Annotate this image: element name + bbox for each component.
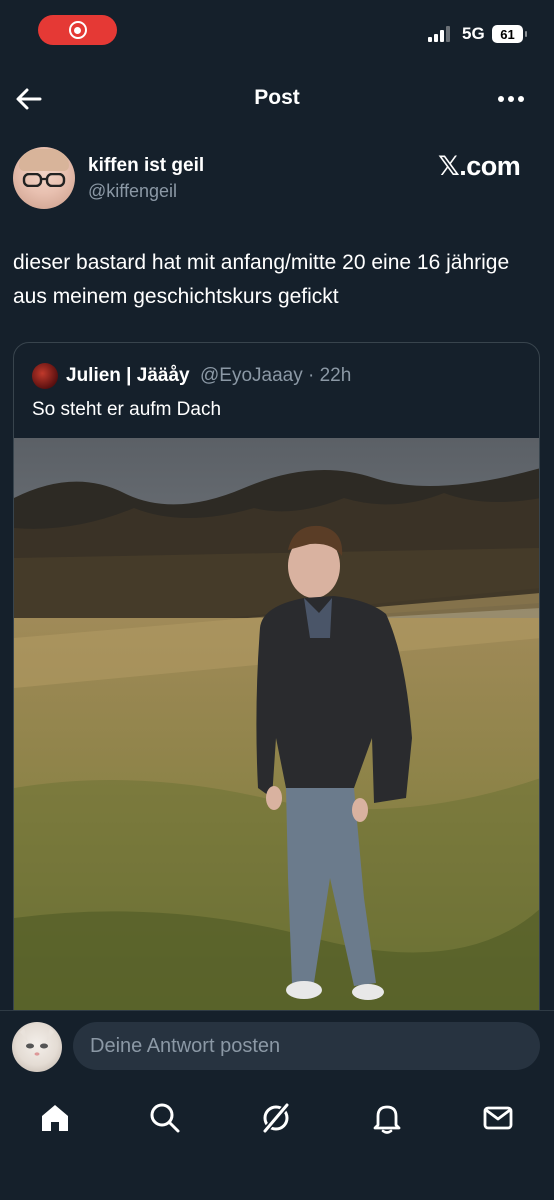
- nav-notifications-button[interactable]: [369, 1100, 405, 1136]
- search-icon: [150, 1103, 180, 1133]
- nav-home-button[interactable]: [37, 1100, 73, 1136]
- battery-icon: 61: [492, 25, 527, 43]
- top-app-bar: Post: [0, 72, 554, 126]
- notifications-icon: [373, 1105, 401, 1134]
- network-type: 5G: [462, 24, 485, 43]
- current-user-avatar[interactable]: [12, 1022, 62, 1072]
- quoted-author-meta: @EyoJaaay · 22h: [200, 365, 352, 386]
- quoted-tweet-text: So steht er aufm Dach: [32, 399, 222, 420]
- more-button[interactable]: [498, 96, 524, 102]
- screen-record-icon: [68, 21, 87, 39]
- reply-input[interactable]: [73, 1022, 540, 1070]
- home-icon: [42, 1105, 68, 1131]
- grok-icon: [261, 1102, 291, 1134]
- quoted-tweet-card[interactable]: Julien | Jääåy @EyoJaaay · 22h So steht …: [13, 342, 540, 1042]
- status-bar: 5G 61: [0, 0, 554, 64]
- quoted-author-name: Julien | Jääåy: [66, 365, 190, 386]
- messages-icon: [483, 1106, 513, 1130]
- author-avatar[interactable]: [13, 147, 75, 209]
- source-brand: 𝕏.com: [438, 151, 521, 181]
- screen-record-indicator[interactable]: [38, 15, 117, 45]
- quoted-tweet-photo[interactable]: [14, 438, 540, 1042]
- nav-search-button[interactable]: [147, 1100, 183, 1136]
- reply-composer: [0, 1010, 554, 1087]
- tweet-text: dieser bastard hat mit anfang/mitte 20 e…: [13, 251, 510, 308]
- nav-grok-button[interactable]: [258, 1100, 294, 1136]
- battery-level: 61: [500, 26, 515, 42]
- author-display-name[interactable]: kiffen ist geil: [88, 155, 204, 177]
- signal-icon: [428, 26, 450, 42]
- more-icon: [498, 96, 504, 102]
- bottom-navigation: [0, 1086, 554, 1200]
- page-title: Post: [254, 86, 300, 109]
- quoted-author-avatar: [32, 363, 58, 389]
- nav-messages-button[interactable]: [480, 1100, 516, 1136]
- author-handle[interactable]: @kiffengeil: [88, 181, 177, 202]
